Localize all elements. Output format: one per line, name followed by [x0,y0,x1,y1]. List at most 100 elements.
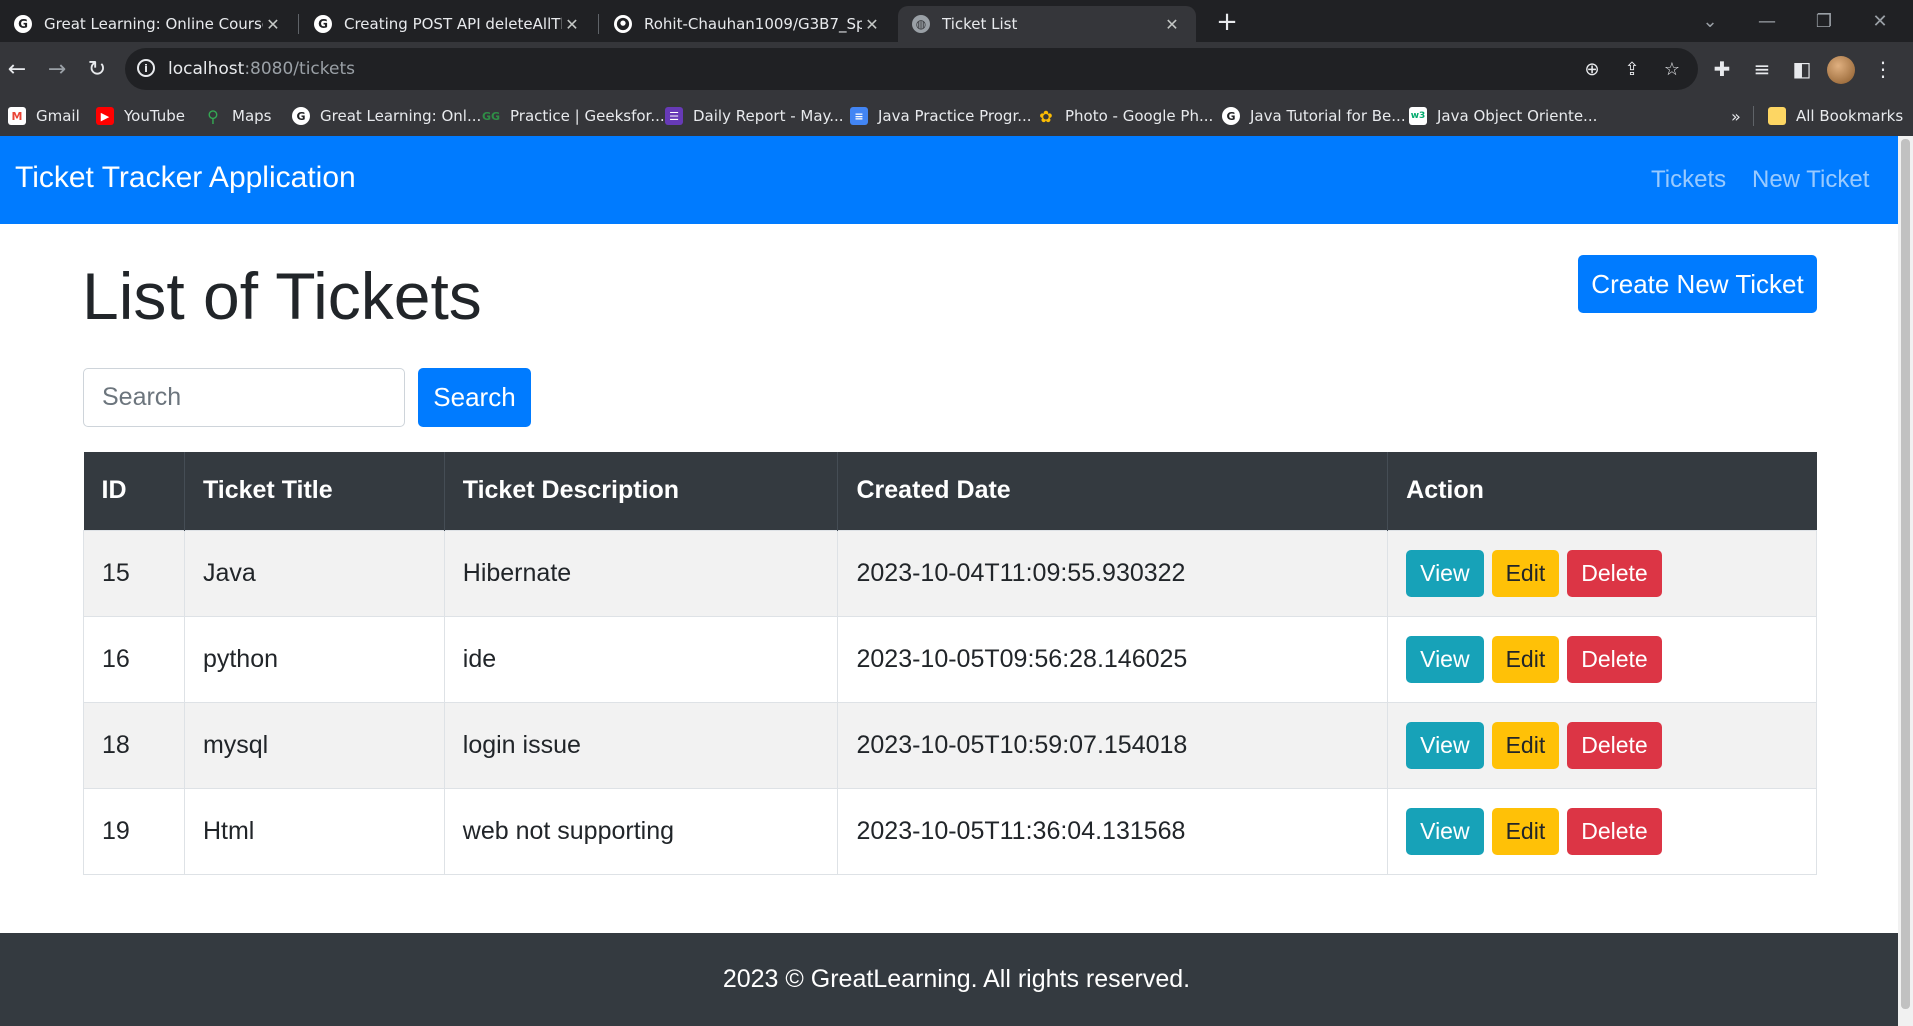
reload-icon[interactable]: ↻ [80,52,114,86]
edit-button[interactable]: Edit [1491,807,1560,855]
close-icon[interactable]: ✕ [862,15,882,34]
cell-created-date: 2023-10-05T10:59:07.154018 [837,701,1389,789]
all-bookmarks-item[interactable]: All Bookmarks [1768,96,1903,136]
bookmark-item[interactable]: G Java Tutorial for Be... [1222,96,1406,136]
bookmark-item[interactable]: G Great Learning: Onl... [292,96,481,136]
gfg-icon: GG [481,109,501,123]
url-host: localhost [168,59,245,79]
bookmark-item[interactable]: ✿ Photo - Google Ph... [1037,96,1213,136]
browser-tab[interactable]: G Creating POST API deleteAllThe... ✕ [300,6,596,42]
bookmark-item[interactable]: w3 Java Object Oriente... [1409,96,1597,136]
search-input[interactable] [83,368,405,427]
browser-tab-active[interactable]: ◍ Ticket List ✕ [898,6,1196,42]
forward-arrow-icon[interactable]: → [40,52,74,86]
cell-created-date: 2023-10-04T11:09:55.930322 [837,529,1389,617]
column-header-description: Ticket Description [444,452,839,530]
share-icon[interactable]: ⇪ [1619,56,1645,82]
cell-description: web not supporting [443,787,839,875]
bookmark-label: Practice | Geeksfor... [510,107,665,125]
bookmark-star-icon[interactable]: ☆ [1659,56,1685,82]
bookmark-item[interactable]: M Gmail [8,96,80,136]
bookmark-label: Maps [232,107,272,125]
more-bookmarks-chevron-icon[interactable]: » [1731,96,1741,136]
cell-actions: View Edit Delete [1387,529,1817,617]
bookmark-item[interactable]: GG Practice | Geeksfor... [482,96,665,136]
view-button[interactable]: View [1406,549,1484,597]
url-text: localhost:8080/tickets [168,59,355,79]
bookmark-label: Java Object Oriente... [1437,107,1598,125]
maps-icon: ⚲ [207,106,219,126]
bookmark-item[interactable]: ⚲ Maps [204,96,271,136]
address-bar[interactable]: i localhost:8080/tickets ⊕ ⇪ ☆ [125,48,1698,90]
maximize-button[interactable]: ❐ [1802,0,1846,42]
bookmark-item[interactable]: ≡ Java Practice Progr... [850,96,1032,136]
url-path: :8080/tickets [244,59,355,79]
site-info-icon[interactable]: i [137,59,155,77]
browser-tab[interactable]: G Great Learning: Online Courses, I ✕ [0,6,297,42]
bookmark-label: Java Tutorial for Be... [1250,107,1406,125]
cell-id: 15 [83,529,185,617]
cell-title: Html [183,787,445,875]
media-icon[interactable]: ≡ [1747,54,1777,84]
page-scrollbar[interactable] [1898,136,1913,1026]
close-window-button[interactable]: ✕ [1858,0,1902,42]
cell-description: login issue [443,701,839,789]
tab-divider [598,14,599,34]
app-navbar: Ticket Tracker Application Tickets New T… [0,136,1913,224]
side-panel-icon[interactable]: ◧ [1787,54,1817,84]
docs-icon: ≡ [850,107,868,125]
delete-button[interactable]: Delete [1567,807,1662,855]
close-icon[interactable]: ✕ [1162,15,1182,34]
search-button[interactable]: Search [418,368,531,427]
bookmark-item[interactable]: ▶ YouTube [96,96,185,136]
w3-icon: w3 [1409,107,1427,125]
nav-link-tickets[interactable]: Tickets [1651,166,1726,194]
zoom-icon[interactable]: ⊕ [1579,56,1605,82]
view-button[interactable]: View [1406,635,1484,683]
view-button[interactable]: View [1406,807,1484,855]
tab-search-icon[interactable]: ⌄ [1688,0,1732,42]
google-icon: G [1222,107,1240,125]
cell-title: mysql [183,701,445,789]
tab-title: Great Learning: Online Courses, I [44,15,263,33]
bookmarks-bar: M Gmail ▶ YouTube ⚲ Maps G Great Learnin… [0,96,1913,136]
edit-button[interactable]: Edit [1491,549,1560,597]
delete-button[interactable]: Delete [1567,635,1662,683]
new-tab-button[interactable]: + [1211,6,1243,38]
delete-button[interactable]: Delete [1567,549,1662,597]
cell-actions: View Edit Delete [1387,701,1817,789]
page-title: List of Tickets [82,259,482,333]
close-icon[interactable]: ✕ [263,15,283,34]
table-row: 16 python ide 2023-10-05T09:56:28.146025… [83,615,1817,703]
cell-created-date: 2023-10-05T11:36:04.131568 [837,787,1389,875]
bookmark-label: All Bookmarks [1796,107,1904,125]
cell-description: ide [443,615,839,703]
browser-tab[interactable]: Rohit-Chauhan1009/G3B7_Sprin ✕ [600,6,896,42]
cell-id: 19 [83,787,185,875]
tickets-table: ID Ticket Title Ticket Description Creat… [83,452,1817,875]
github-icon [614,15,632,33]
navbar-brand[interactable]: Ticket Tracker Application [15,161,356,195]
back-arrow-icon[interactable]: ← [0,52,34,86]
table-row: 19 Html web not supporting 2023-10-05T11… [83,787,1817,875]
edit-button[interactable]: Edit [1491,721,1560,769]
view-button[interactable]: View [1406,721,1484,769]
google-icon: G [14,15,32,33]
bookmarks-divider [1753,106,1754,126]
menu-kebab-icon[interactable]: ⋮ [1868,54,1898,84]
close-icon[interactable]: ✕ [562,15,582,34]
profile-avatar[interactable] [1827,56,1855,84]
create-new-ticket-button[interactable]: Create New Ticket [1578,255,1817,313]
delete-button[interactable]: Delete [1567,721,1662,769]
youtube-icon: ▶ [96,107,114,125]
minimize-button[interactable]: — [1745,0,1789,42]
scrollbar-thumb[interactable] [1901,139,1910,1009]
bookmark-item[interactable]: ☰ Daily Report - May... [665,96,844,136]
column-header-action: Action [1387,452,1817,530]
photos-icon: ✿ [1039,106,1053,126]
bookmark-label: Gmail [36,107,80,125]
edit-button[interactable]: Edit [1491,635,1560,683]
nav-link-new-ticket[interactable]: New Ticket [1752,166,1869,194]
tab-title: Rohit-Chauhan1009/G3B7_Sprin [644,15,862,33]
extensions-icon[interactable]: ✚ [1707,54,1737,84]
